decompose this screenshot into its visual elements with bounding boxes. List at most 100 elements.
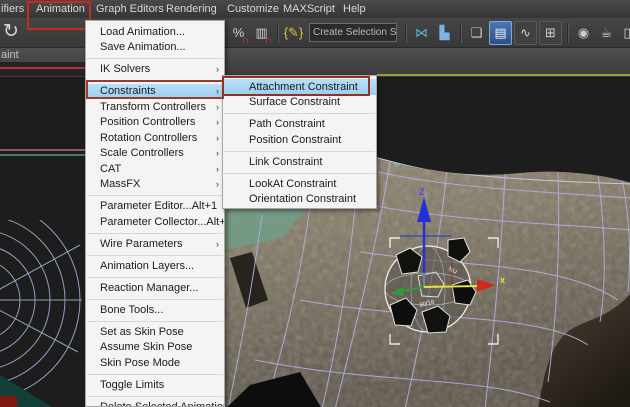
toolbar-separator	[458, 22, 463, 44]
submenu-arrow-icon: ›	[211, 179, 219, 189]
submenu-arrow-icon: ›	[211, 64, 219, 74]
toolbar-separator	[275, 22, 280, 44]
submenu-arrow-icon: ›	[211, 148, 219, 158]
menu-item-label: LookAt Constraint	[249, 178, 353, 190]
submenu-arrow-icon: ›	[216, 102, 219, 112]
menu-item-label: Parameter Collector...	[100, 216, 206, 228]
item-delete-selected-animation[interactable]: Delete Selected Animation ›	[86, 399, 224, 407]
menu-item-label: Position Controllers	[100, 116, 201, 128]
scene-explorer-icon[interactable]: ▤	[489, 21, 512, 45]
menu-item-label: CAT	[100, 163, 201, 175]
partial-paint-label: aint	[1, 49, 19, 61]
toolbar-separator	[565, 22, 570, 44]
item-skin-pose-mode[interactable]: Skin Pose Mode ›	[86, 355, 224, 371]
compression-artifact	[0, 149, 85, 151]
item-position-constraint[interactable]: Position Constraint	[223, 132, 376, 148]
item-cat[interactable]: CAT ›	[86, 161, 224, 177]
item-parameter-collector[interactable]: Parameter Collector... Alt+2 ›	[86, 214, 224, 230]
item-lookat-constraint[interactable]: LookAt Constraint	[223, 176, 376, 192]
menu-item-label: MassFX	[100, 178, 201, 190]
menu-item-label: Assume Skin Pose	[100, 341, 201, 353]
menu-item-label: Skin Pose Mode	[100, 357, 201, 369]
viewport-edge	[0, 62, 85, 76]
menu-item-label: Toggle Limits	[100, 379, 201, 391]
item-position-controllers[interactable]: Position Controllers ›	[86, 115, 224, 131]
item-ifiers[interactable]: ifiers	[1, 0, 24, 18]
item-bone-tools[interactable]: Bone Tools... ›	[86, 302, 224, 318]
item-surface-constraint[interactable]: Surface Constraint	[223, 95, 376, 111]
menu-item-label: Transform Controllers	[100, 101, 206, 113]
item-assume-skin-pose[interactable]: Assume Skin Pose ›	[86, 340, 224, 356]
mirror-icon[interactable]: ⋈	[411, 22, 432, 44]
menu-item-label: Save Animation...	[100, 41, 201, 53]
menu-item-label: Wire Parameters	[100, 238, 201, 250]
item-ik-solvers[interactable]: IK Solvers ›	[86, 62, 224, 78]
item-graph-editors[interactable]: Graph Editors	[96, 0, 164, 18]
selection-set-value: Create Selection Se	[310, 27, 397, 38]
menu-item-label: Surface Constraint	[249, 96, 353, 108]
material-editor-icon[interactable]: ◉	[573, 22, 594, 44]
submenu-arrow-icon: ›	[211, 117, 219, 127]
item-orientation-constraint[interactable]: Orientation Constraint	[223, 192, 376, 208]
item-reaction-manager[interactable]: Reaction Manager... ›	[86, 280, 224, 296]
menu-item-label: Path Constraint	[249, 118, 353, 130]
schematic-view-icon[interactable]: ⊞	[539, 21, 562, 45]
layer-manager-icon[interactable]: ❏	[466, 22, 487, 44]
annotation-box-attachment	[222, 76, 370, 96]
menu-item-label: Rotation Controllers	[100, 132, 201, 144]
menu-item-label: Position Constraint	[249, 134, 353, 146]
menu-item-label: IK Solvers	[100, 63, 201, 75]
menu-item-label: Scale Controllers	[100, 147, 201, 159]
item-help[interactable]: Help	[343, 0, 366, 18]
menu-item-label: Orientation Constraint	[249, 193, 356, 205]
submenu-arrow-icon: ›	[211, 239, 219, 249]
selection-set-dropdown[interactable]: Create Selection Se ▾	[309, 23, 397, 42]
item-toggle-limits[interactable]: Toggle Limits ›	[86, 377, 224, 393]
render-setup-icon[interactable]: ☕	[596, 22, 617, 44]
menu-item-label: Link Constraint	[249, 156, 353, 168]
rendered-frame-window-icon[interactable]: ◫	[619, 22, 630, 44]
menu-item-label: Load Animation...	[100, 26, 201, 38]
menu-item-label: Bone Tools...	[100, 304, 201, 316]
compression-artifact	[0, 67, 85, 69]
item-rotation-controllers[interactable]: Rotation Controllers ›	[86, 130, 224, 146]
menu-item-label: Reaction Manager...	[100, 282, 201, 294]
item-wire-parameters[interactable]: Wire Parameters ›	[86, 236, 224, 252]
item-massfx[interactable]: MassFX ›	[86, 177, 224, 193]
submenu-arrow-icon: ›	[211, 133, 219, 143]
item-scale-controllers[interactable]: Scale Controllers ›	[86, 146, 224, 162]
menu-item-shortcut: Alt+1	[192, 200, 217, 212]
compression-artifact	[0, 154, 85, 156]
menu-item-label: Animation Layers...	[100, 260, 201, 272]
percent-snap-toggle-icon[interactable]: %∩	[228, 22, 249, 44]
item-path-constraint[interactable]: Path Constraint	[223, 117, 376, 133]
item-parameter-editor[interactable]: Parameter Editor... Alt+1 ›	[86, 199, 224, 215]
3ds-max-window: { "menu_bar": { "items": [ {"label":"ifi…	[0, 0, 630, 407]
gizmo-x-label: x	[500, 275, 505, 285]
annotation-box-animation	[27, 1, 91, 30]
toolbar-group: %∩ ▥∩ {✎} Create Selection Se ▾ ⋈ ▙ ❏	[227, 18, 630, 47]
item-load-animation[interactable]: Load Animation... ›	[86, 24, 224, 40]
item-transform-controllers[interactable]: Transform Controllers ›	[86, 99, 224, 115]
active-viewport-border	[377, 74, 630, 76]
item-link-constraint[interactable]: Link Constraint	[223, 154, 376, 170]
curve-editor-icon[interactable]: ∿	[514, 21, 537, 45]
item-save-animation[interactable]: Save Animation... ›	[86, 40, 224, 56]
menu-item-shortcut: Alt+2	[206, 216, 225, 228]
rotate-icon[interactable]: ↻	[3, 20, 19, 43]
submenu-arrow-icon: ›	[211, 164, 219, 174]
align-icon[interactable]: ▙	[434, 22, 455, 44]
gizmo-z-label: Z	[419, 187, 425, 197]
item-rendering[interactable]: Rendering	[166, 0, 217, 18]
item-maxscript[interactable]: MAXScript	[283, 0, 335, 18]
menu-bar: ifiers Animation Graph Editors Rendering…	[0, 0, 630, 19]
menu-item-label: Delete Selected Animation	[100, 401, 225, 407]
spinner-snap-toggle-icon[interactable]: ▥∩	[251, 22, 272, 44]
toolbar-separator	[403, 22, 408, 44]
menu-item-label: Parameter Editor...	[100, 200, 192, 212]
edit-named-selection-sets-icon[interactable]: {✎}	[283, 22, 304, 44]
annotation-box-constraints	[86, 80, 224, 99]
item-animation-layers[interactable]: Animation Layers... ›	[86, 258, 224, 274]
item-set-as-skin-pose[interactable]: Set as Skin Pose ›	[86, 324, 224, 340]
item-customize[interactable]: Customize	[227, 0, 279, 18]
